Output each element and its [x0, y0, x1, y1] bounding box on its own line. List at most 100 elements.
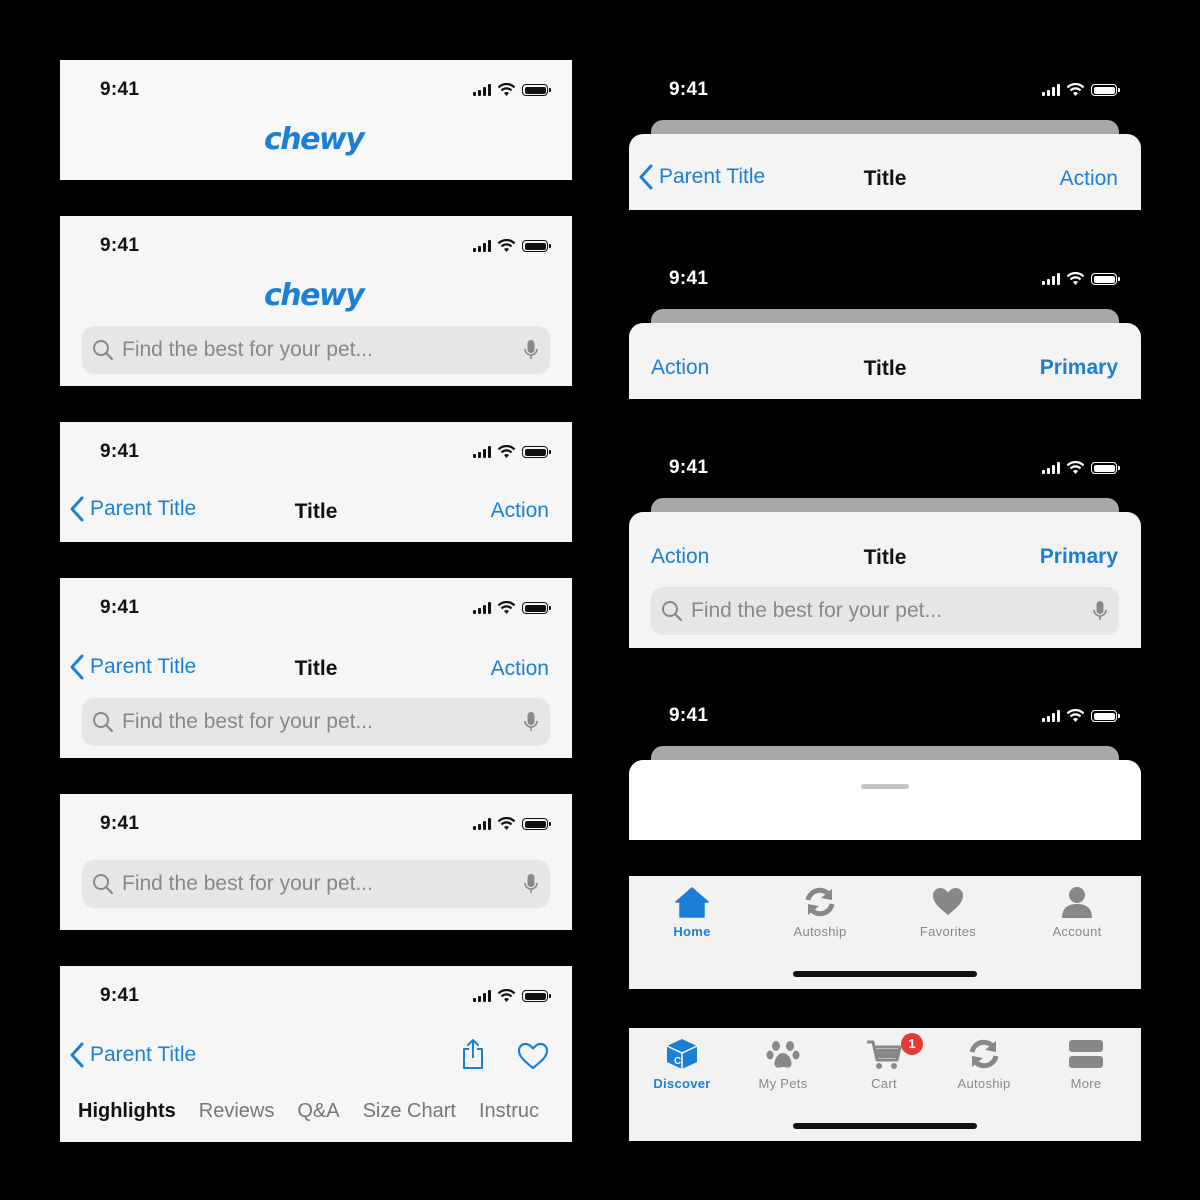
- primary-button[interactable]: Primary: [1040, 545, 1118, 569]
- wifi-icon: [497, 601, 516, 614]
- battery-icon: [1091, 84, 1120, 96]
- signal-icon: [473, 602, 491, 614]
- tab-autoship[interactable]: Autoship: [760, 886, 880, 939]
- search-placeholder: Find the best for your pet...: [122, 872, 373, 895]
- battery-icon: [522, 990, 551, 1002]
- status-icons: [1042, 272, 1120, 286]
- tab-more[interactable]: More: [1026, 1038, 1141, 1091]
- search-icon: [93, 340, 114, 361]
- status-time: 9:41: [100, 813, 140, 834]
- signal-icon: [1042, 273, 1060, 285]
- tab-label: Autoship: [793, 924, 847, 939]
- header-nav-variant: 9:41 Parent Title Title Action: [60, 422, 572, 542]
- search-bar[interactable]: Find the best for your pet...: [82, 326, 550, 374]
- chewy-logo[interactable]: chewy: [264, 122, 365, 157]
- action-button[interactable]: Action: [651, 545, 709, 569]
- chewy-logo[interactable]: chewy: [264, 278, 365, 313]
- person-icon: [1062, 887, 1092, 918]
- back-label: Parent Title: [90, 497, 197, 520]
- back-button[interactable]: Parent Title: [70, 496, 196, 522]
- search-placeholder: Find the best for your pet...: [122, 338, 373, 361]
- chevron-left-icon: [70, 496, 84, 522]
- tab-bar-four-items: Home Autoship Favorites Account: [629, 876, 1141, 989]
- share-icon[interactable]: [460, 1038, 486, 1070]
- battery-icon: [1091, 710, 1120, 722]
- wifi-icon: [497, 239, 516, 252]
- search-placeholder: Find the best for your pet...: [691, 599, 942, 622]
- tab-label: Cart: [871, 1076, 897, 1091]
- tab-reviews[interactable]: Reviews: [199, 1100, 275, 1123]
- back-button[interactable]: Parent Title: [639, 164, 765, 190]
- header-logo-variant: 9:41 chewy: [60, 60, 572, 180]
- search-bar[interactable]: Find the best for your pet...: [82, 860, 550, 908]
- status-time: 9:41: [100, 441, 140, 462]
- back-button[interactable]: Parent Title: [70, 654, 196, 680]
- status-icons: [1042, 83, 1120, 97]
- page-title: Title: [863, 546, 907, 569]
- header-nav-search-variant: 9:41 Parent Title Title Action Find the …: [60, 578, 572, 758]
- microphone-icon[interactable]: [524, 711, 538, 733]
- tab-qa[interactable]: Q&A: [297, 1100, 339, 1123]
- action-button[interactable]: Action: [651, 356, 709, 380]
- status-icons: [473, 817, 551, 831]
- tab-home[interactable]: Home: [632, 886, 752, 939]
- autoship-icon: [969, 1039, 999, 1069]
- search-bar[interactable]: Find the best for your pet...: [82, 698, 550, 746]
- battery-icon: [1091, 462, 1120, 474]
- heart-outline-icon[interactable]: [517, 1042, 549, 1070]
- status-icons: [473, 239, 551, 253]
- tab-label: My Pets: [758, 1076, 808, 1091]
- status-icons: [473, 989, 551, 1003]
- wifi-icon: [1066, 461, 1085, 474]
- tab-instructions[interactable]: Instruc: [479, 1100, 539, 1123]
- autoship-icon: [805, 887, 835, 917]
- search-icon: [93, 712, 114, 733]
- wifi-icon: [1066, 83, 1085, 96]
- modal-nav-variant: 9:41 Parent Title Title Action: [629, 60, 1141, 210]
- action-button[interactable]: Action: [1060, 167, 1118, 191]
- home-indicator: [793, 971, 977, 977]
- microphone-icon[interactable]: [524, 873, 538, 895]
- cart-badge: 1: [901, 1033, 923, 1055]
- primary-button[interactable]: Primary: [1040, 356, 1118, 380]
- chevron-left-icon: [70, 654, 84, 680]
- status-icons: [473, 83, 551, 97]
- page-title: Title: [294, 657, 338, 680]
- tab-label: Discover: [653, 1076, 711, 1091]
- battery-icon: [522, 446, 551, 458]
- action-button[interactable]: Action: [491, 657, 549, 681]
- sheet-grabber[interactable]: [861, 784, 909, 789]
- signal-icon: [1042, 710, 1060, 722]
- more-icon: [1069, 1040, 1103, 1068]
- status-time: 9:41: [669, 79, 709, 100]
- microphone-icon[interactable]: [1093, 600, 1107, 622]
- sheet: [629, 760, 1141, 840]
- sheet: Parent Title Title Action: [629, 134, 1141, 210]
- microphone-icon[interactable]: [524, 339, 538, 361]
- sheet: Action Title Primary Find the best for y…: [629, 512, 1141, 648]
- tab-label: Favorites: [919, 924, 977, 939]
- status-time: 9:41: [669, 268, 709, 289]
- back-button[interactable]: Parent Title: [70, 1042, 196, 1068]
- status-time: 9:41: [669, 457, 709, 478]
- tab-label: More: [1070, 1076, 1102, 1091]
- cart-icon: [867, 1040, 902, 1069]
- signal-icon: [473, 818, 491, 830]
- tab-account[interactable]: Account: [1017, 886, 1137, 939]
- status-icons: [1042, 461, 1120, 475]
- svg-text:C: C: [674, 1056, 681, 1067]
- page-title: Title: [863, 357, 907, 380]
- signal-icon: [473, 84, 491, 96]
- search-bar[interactable]: Find the best for your pet...: [651, 587, 1119, 635]
- modal-action-primary-variant: 9:41 Action Title Primary: [629, 249, 1141, 399]
- box-icon: C: [666, 1039, 698, 1069]
- tab-size-chart[interactable]: Size Chart: [363, 1100, 456, 1123]
- signal-icon: [473, 240, 491, 252]
- tab-favorites[interactable]: Favorites: [888, 886, 1008, 939]
- paw-icon: [766, 1041, 800, 1068]
- tab-highlights[interactable]: Highlights: [78, 1100, 176, 1123]
- wifi-icon: [497, 445, 516, 458]
- action-button[interactable]: Action: [491, 499, 549, 523]
- battery-icon: [522, 84, 551, 96]
- battery-icon: [522, 818, 551, 830]
